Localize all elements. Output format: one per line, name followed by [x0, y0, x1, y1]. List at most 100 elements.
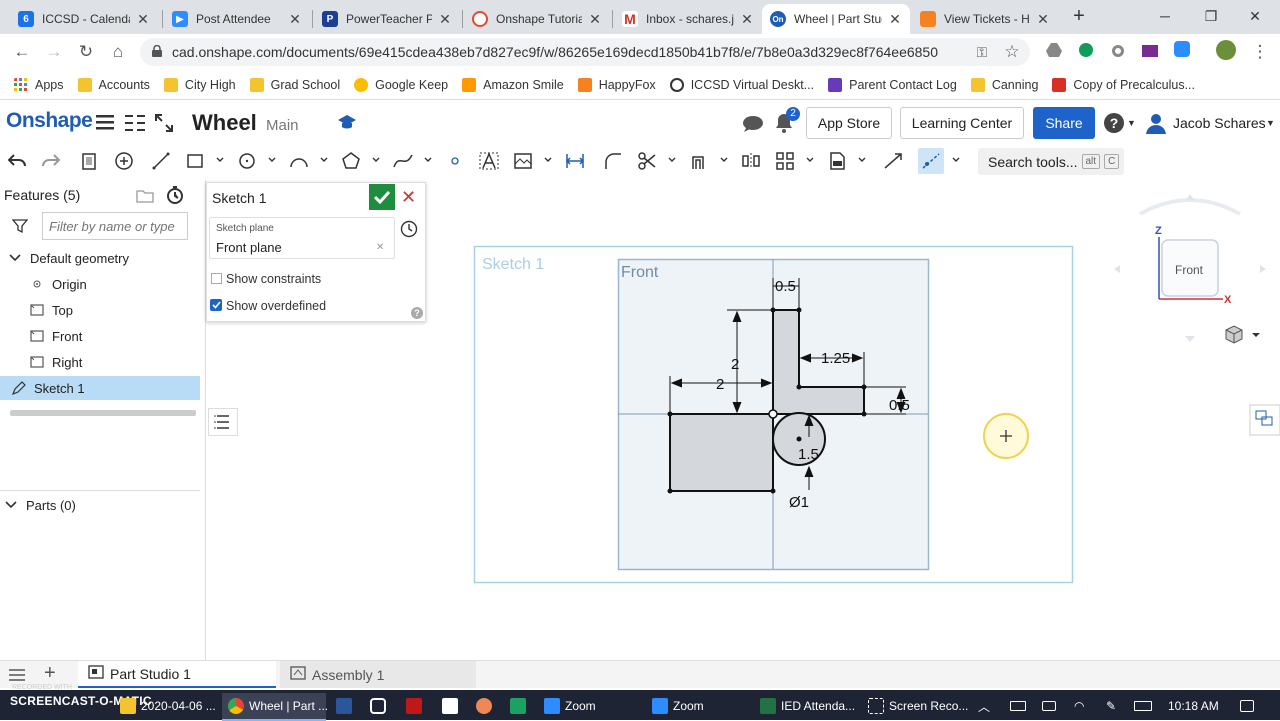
taskbar-file-explorer[interactable]: 2020-04-06 ... — [120, 693, 216, 719]
origin-point[interactable] — [768, 409, 778, 419]
rollback-bar[interactable] — [10, 410, 196, 416]
taskbar-chrome[interactable]: Wheel | Part ... — [222, 693, 328, 721]
graduation-cap-icon[interactable] — [338, 114, 356, 133]
rotate-left-icon[interactable] — [1114, 265, 1120, 273]
browser-tab-post-attendee[interactable]: ▶ Post Attendee ✕ — [164, 4, 310, 34]
mirror-tool-icon[interactable] — [740, 150, 762, 172]
comments-icon[interactable] — [742, 115, 764, 136]
sketch-plane-field[interactable]: Sketch plane Front plane ✕ — [209, 217, 395, 259]
pattern-tool-icon[interactable] — [774, 150, 796, 172]
dimension-label[interactable]: 2 — [731, 356, 739, 373]
chevron-down-icon[interactable] — [4, 498, 18, 512]
dimension-label[interactable]: 1.25 — [821, 350, 850, 367]
browser-tab-powerteacher[interactable]: P PowerTeacher Pro ✕ — [314, 4, 460, 34]
point-tool-icon[interactable] — [444, 150, 466, 172]
parts-group[interactable]: Parts (0) — [0, 493, 200, 517]
bookmark-star-icon[interactable]: ☆ — [1000, 40, 1024, 64]
bookmark-grad-school[interactable]: Grad School — [249, 77, 340, 92]
feature-origin[interactable]: Origin — [0, 272, 200, 296]
profile-avatar[interactable] — [1214, 40, 1238, 64]
taskbar-green-app[interactable] — [510, 693, 531, 719]
close-tab-icon[interactable]: ✕ — [588, 11, 602, 28]
hamburger-menu-icon[interactable] — [96, 114, 114, 133]
feature-filter-input[interactable] — [42, 212, 188, 240]
polygon-tool-icon[interactable] — [340, 150, 362, 172]
chevron-down-icon[interactable] — [668, 156, 676, 164]
show-constraints-label[interactable]: Show constraints — [226, 272, 321, 286]
dimension-label[interactable]: 2 — [716, 376, 724, 393]
close-tab-icon[interactable]: ✕ — [136, 11, 150, 28]
dimension-tool-icon[interactable] — [564, 150, 586, 172]
rectangle-tool-icon[interactable] — [184, 150, 206, 172]
user-name[interactable]: Jacob Schares — [1173, 115, 1266, 131]
browser-tab-onshape-tutorials[interactable]: Onshape Tutorials ✕ — [464, 4, 610, 34]
add-folder-icon[interactable] — [136, 189, 154, 206]
key-icon[interactable]: ⚿ — [970, 40, 994, 64]
back-arrow-icon[interactable]: ← — [10, 40, 34, 64]
display-options-icon[interactable] — [1249, 404, 1280, 436]
bookmark-city-high[interactable]: City High — [163, 77, 236, 92]
minimize-window-button[interactable]: ─ — [1152, 4, 1178, 28]
bookmark-accounts[interactable]: Accounts — [77, 77, 150, 92]
chevron-down-icon[interactable]: ▼ — [1127, 118, 1136, 128]
rotate-arc-icon[interactable] — [1139, 198, 1241, 216]
user-menu-chevron-icon[interactable]: ▼ — [1266, 118, 1275, 128]
dxf-import-icon[interactable] — [826, 150, 848, 172]
dimension-label[interactable]: 0.5 — [889, 397, 910, 414]
feature-right-plane[interactable]: Right — [0, 350, 200, 374]
browser-menu-icon[interactable]: ⋮ — [1248, 40, 1272, 64]
fillet-tool-icon[interactable] — [602, 150, 624, 172]
bookmark-amazon-smile[interactable]: Amazon Smile — [462, 77, 564, 92]
taskbar-zoom-2[interactable]: Zoom — [652, 693, 704, 719]
taskbar-screen-recorder[interactable]: Screen Reco... — [868, 693, 968, 719]
network-icon[interactable]: ◠ — [1074, 693, 1084, 719]
screen-extension-icon[interactable] — [1138, 40, 1162, 64]
share-button[interactable]: Share — [1033, 107, 1095, 139]
dimension-label[interactable]: Ø1 — [789, 494, 809, 511]
bookmark-precalculus[interactable]: Copy of Precalculus... — [1052, 77, 1195, 92]
rotate-right-icon[interactable] — [1260, 265, 1266, 273]
copy-clipboard-icon[interactable] — [78, 150, 100, 172]
taskbar-app[interactable] — [370, 693, 391, 719]
text-tool-icon[interactable] — [478, 150, 500, 172]
line-tool-icon[interactable] — [150, 150, 172, 172]
insert-image-icon[interactable] — [512, 150, 534, 172]
taskbar-zoom-1[interactable]: Zoom — [544, 693, 596, 719]
bookmark-happyfox[interactable]: HappyFox — [577, 77, 656, 92]
chevron-down-icon[interactable] — [720, 156, 728, 164]
confirm-check-icon[interactable] — [369, 184, 395, 210]
show-overdefined-checkbox[interactable] — [210, 299, 222, 311]
pen-icon[interactable]: ✎ — [1106, 693, 1116, 719]
reload-icon[interactable]: ↻ — [74, 40, 98, 64]
feature-front-plane[interactable]: Front — [0, 324, 200, 348]
spline-tool-icon[interactable] — [392, 150, 414, 172]
arc-tool-icon[interactable] — [288, 150, 310, 172]
use-project-icon[interactable] — [113, 150, 135, 172]
show-constraints-checkbox[interactable] — [211, 273, 222, 284]
green-extension-icon[interactable] — [1074, 40, 1098, 64]
bookmark-apps[interactable]: Apps — [14, 77, 64, 92]
restore-window-button[interactable]: ❐ — [1198, 4, 1224, 28]
app-store-button[interactable]: App Store — [806, 107, 892, 139]
learning-center-button[interactable]: Learning Center — [900, 107, 1024, 139]
new-tab-button[interactable]: + — [1066, 4, 1092, 28]
close-tab-icon[interactable]: ✕ — [888, 11, 902, 28]
lower-left-region[interactable] — [669, 413, 774, 492]
dimension-label[interactable]: 0.5 — [775, 278, 796, 295]
trim-scissors-icon[interactable] — [636, 150, 658, 172]
close-tab-icon[interactable]: ✕ — [1036, 11, 1050, 28]
feature-top-plane[interactable]: Top — [0, 298, 200, 322]
chevron-down-icon[interactable] — [952, 156, 960, 164]
browser-tab-view-tickets[interactable]: View Tickets - Ha ✕ — [912, 4, 1058, 34]
chevron-down-icon[interactable] — [320, 156, 328, 164]
dimension-label[interactable]: 1.5 — [798, 446, 819, 463]
chevron-down-icon[interactable] — [544, 156, 552, 164]
circle-extension-icon[interactable] — [1106, 40, 1130, 64]
taskbar-word[interactable] — [336, 693, 357, 719]
taskbar-excel[interactable]: IED Attenda... — [760, 693, 855, 719]
taskbar-mcafee[interactable] — [406, 693, 427, 719]
transform-tool-icon[interactable] — [882, 150, 904, 172]
view-cube[interactable]: Front X Z — [1114, 194, 1266, 342]
undo-icon[interactable] — [6, 150, 28, 172]
chevron-down-icon[interactable] — [372, 156, 380, 164]
